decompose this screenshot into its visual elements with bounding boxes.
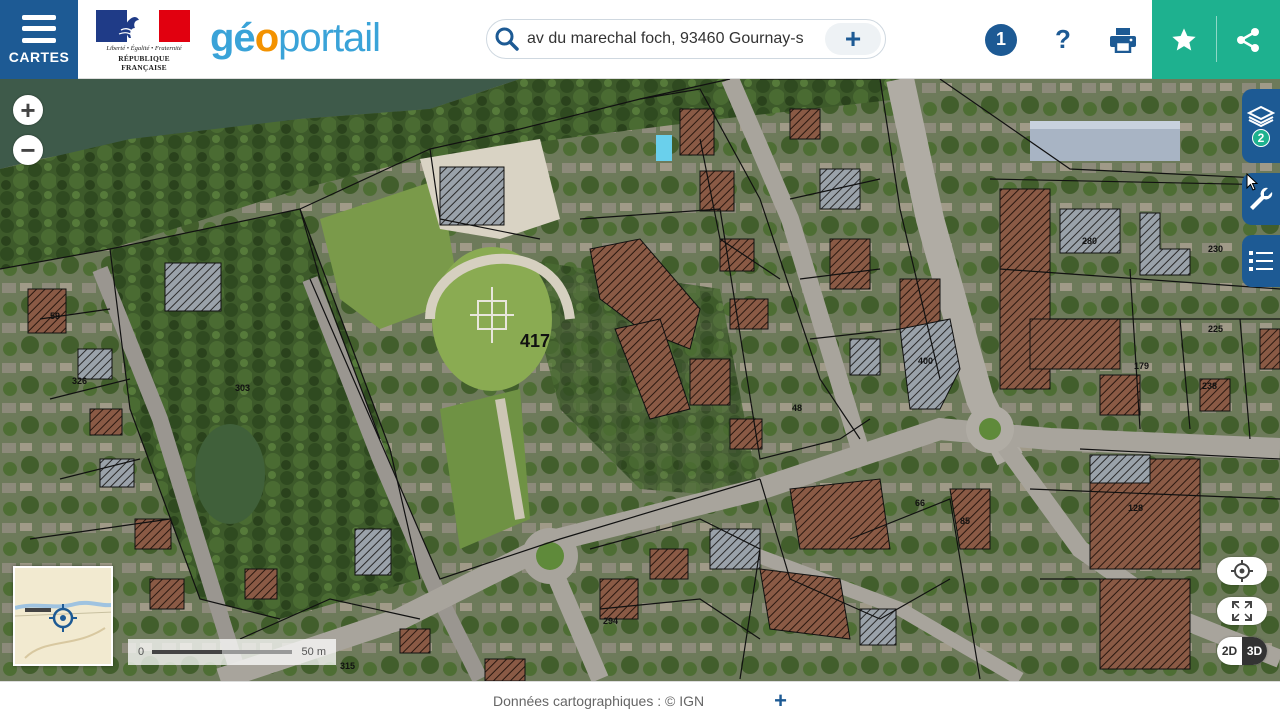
- legend-tab[interactable]: [1242, 235, 1280, 287]
- parcel-label: 417: [520, 331, 550, 351]
- parcel-label: 230: [1208, 244, 1223, 254]
- parcel-label: 59: [50, 311, 60, 321]
- parcel-label: 66: [915, 498, 925, 508]
- notifications-button[interactable]: 1: [978, 0, 1024, 79]
- zoom-out-button[interactable]: −: [13, 135, 43, 165]
- republic-motto: Liberté • Égalité • Fraternité: [106, 45, 182, 52]
- parcel-label: 179: [1134, 361, 1149, 371]
- hamburger-icon: [22, 14, 56, 43]
- republic-name: RÉPUBLIQUE FRANÇAISE: [118, 54, 170, 72]
- parcel-label: 326: [72, 376, 87, 386]
- search-icon[interactable]: [487, 19, 527, 59]
- brand-o: o: [254, 16, 279, 60]
- expand-attribution-button[interactable]: +: [774, 688, 787, 714]
- parcel-label: 48: [792, 403, 802, 413]
- favorites-button[interactable]: [1152, 0, 1216, 79]
- minimap-drawing: [15, 568, 111, 664]
- map-view[interactable]: 417 303 326 400 280 230 179 225 238 85 66 294 128 48 5…: [0, 79, 1280, 681]
- geolocate-button[interactable]: [1217, 557, 1267, 585]
- parcel-label: 280: [1082, 236, 1097, 246]
- star-icon: [1172, 27, 1196, 50]
- mouse-cursor-icon: [1246, 173, 1258, 191]
- parcel-label: 225: [1208, 324, 1223, 334]
- layers-tab[interactable]: 2: [1242, 89, 1280, 163]
- mode-2d-button[interactable]: 2D: [1217, 637, 1242, 665]
- view-mode-toggle: 2D 3D: [1217, 637, 1267, 665]
- scale-end-label: 50 m: [301, 646, 326, 658]
- cartes-menu-label: CARTES: [8, 48, 70, 65]
- layers-count-badge: 2: [1252, 129, 1270, 147]
- help-button[interactable]: ?: [1040, 0, 1086, 79]
- marianne-flag-icon: [96, 10, 190, 42]
- target-icon: [1231, 560, 1253, 582]
- scale-bar: 0 50 m: [128, 639, 336, 665]
- zoom-in-button[interactable]: +: [13, 95, 43, 125]
- attribution-text: Données cartographiques : © IGN: [493, 693, 705, 709]
- parcel-label: 400: [918, 356, 933, 366]
- overview-minimap[interactable]: [13, 566, 113, 666]
- fullscreen-icon: [1232, 601, 1252, 621]
- share-icon: [1237, 27, 1259, 52]
- republique-francaise-logo: Liberté • Égalité • Fraternité RÉPUBLIQU…: [96, 10, 192, 72]
- brand-portail: portail: [278, 16, 381, 60]
- share-button[interactable]: [1216, 0, 1280, 79]
- cartes-menu-button[interactable]: CARTES: [0, 0, 78, 79]
- top-header: CARTES Liberté • Égalité • Fraternité RÉ…: [0, 0, 1280, 79]
- parcel-label: 294: [603, 616, 618, 626]
- parcel-label: 315: [340, 661, 355, 671]
- parcel-label: 303: [235, 383, 250, 393]
- scale-line: [152, 650, 292, 654]
- list-icon: [1249, 251, 1273, 271]
- advanced-search-button[interactable]: +: [825, 23, 881, 55]
- layers-icon: [1247, 105, 1275, 127]
- parcel-label: 238: [1202, 381, 1217, 391]
- aerial-photo-with-parcels: 417 303 326 400 280 230 179 225 238 85 66 294 128 48 5…: [0, 79, 1280, 681]
- search-input[interactable]: [527, 24, 817, 54]
- fullscreen-button[interactable]: [1217, 597, 1267, 625]
- scale-start-label: 0: [138, 646, 145, 658]
- search-bar: +: [486, 19, 886, 59]
- parcel-label: 128: [1128, 503, 1143, 513]
- parcel-label: 85: [960, 516, 970, 526]
- geoportail-app: CARTES Liberté • Égalité • Fraternité RÉ…: [0, 0, 1280, 720]
- notification-badge: 1: [985, 23, 1017, 56]
- attribution-bar: Données cartographiques : © IGN +: [0, 681, 1280, 720]
- printer-icon: [1110, 27, 1136, 53]
- print-button[interactable]: [1100, 0, 1146, 79]
- geoportail-logo[interactable]: géoportail: [210, 14, 381, 62]
- brand-geo: gé: [210, 16, 256, 60]
